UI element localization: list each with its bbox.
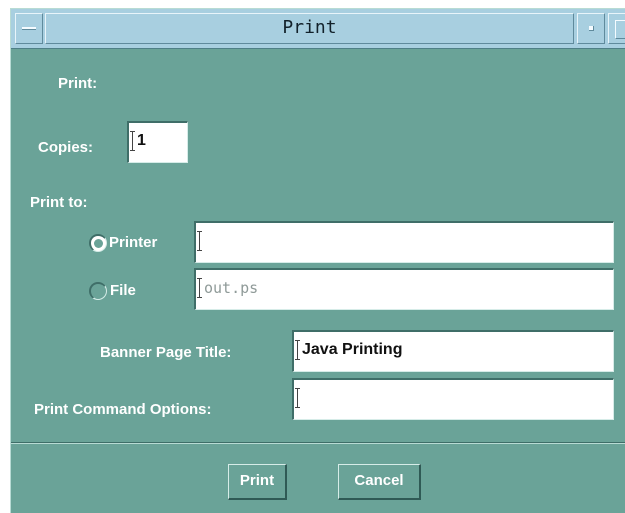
- text-caret: [197, 278, 202, 298]
- print-button[interactable]: Print: [228, 464, 287, 500]
- print-to-label: Print to:: [30, 194, 88, 211]
- maximize-icon[interactable]: [608, 13, 625, 44]
- printer-name-field[interactable]: [194, 221, 614, 263]
- button-separator: [11, 442, 625, 444]
- file-radio[interactable]: [89, 282, 107, 300]
- text-caret: [130, 131, 135, 151]
- banner-title-label: Banner Page Title:: [100, 344, 232, 361]
- text-caret: [197, 231, 202, 251]
- banner-title-field[interactable]: Java Printing: [292, 330, 614, 372]
- print-command-options-field[interactable]: [292, 378, 614, 420]
- text-caret: [295, 388, 300, 408]
- cancel-button[interactable]: Cancel: [338, 464, 421, 500]
- printer-radio[interactable]: [89, 234, 107, 252]
- copies-value: 1: [137, 132, 146, 149]
- printer-radio-label[interactable]: Printer: [109, 234, 157, 251]
- copies-label: Copies:: [38, 139, 94, 156]
- print-command-options-label: Print Command Options:: [34, 401, 212, 418]
- minimize-icon[interactable]: [577, 13, 605, 44]
- copies-field[interactable]: 1: [127, 121, 188, 163]
- file-name-field[interactable]: out.ps: [194, 268, 614, 310]
- print-dialog: Print Print: Copies: 1 Print to: Printer…: [10, 8, 625, 513]
- window-menu-icon[interactable]: [15, 13, 43, 44]
- print-heading: Print:: [58, 75, 98, 92]
- file-name-value: out.ps: [204, 279, 259, 297]
- banner-title-value: Java Printing: [302, 341, 403, 358]
- text-caret: [295, 340, 300, 360]
- file-radio-label[interactable]: File: [110, 282, 136, 299]
- title-bar: Print: [11, 9, 625, 49]
- window-title: Print: [45, 13, 574, 44]
